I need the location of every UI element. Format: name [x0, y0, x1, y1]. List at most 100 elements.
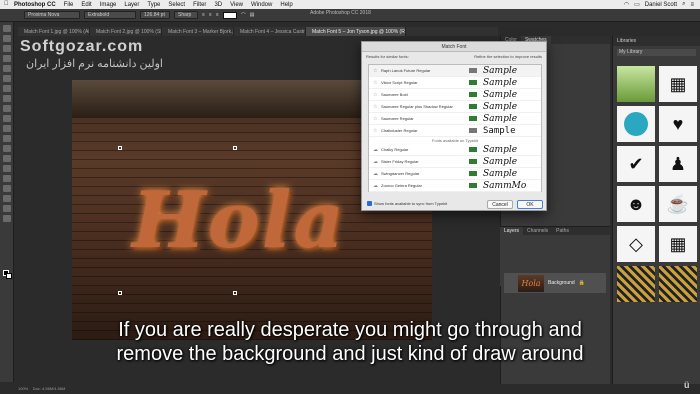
doc-tab-4[interactable]: Match Font 4 – Jessica Castro.jpg @ 100.… [234, 27, 306, 36]
blur-tool-icon[interactable] [3, 145, 11, 152]
pen-tool-icon[interactable] [3, 165, 11, 172]
zoom-tool-icon[interactable] [3, 215, 11, 222]
doc-tab-3[interactable]: Match Font 3 – Marker Bjork.jpg @ 100%..… [162, 27, 234, 36]
dodge-tool-icon[interactable] [3, 155, 11, 162]
cloud-icon[interactable]: ☁ [373, 159, 381, 165]
brush-tool-icon[interactable] [3, 95, 11, 102]
library-item[interactable]: ✔ [617, 146, 655, 182]
typekit-sync-checkbox[interactable]: Show fonts available to sync from Typeki… [367, 201, 447, 206]
tab-paths[interactable]: Paths [552, 227, 573, 235]
background-color-swatch[interactable] [6, 273, 12, 279]
cloud-icon[interactable]: ☁ [373, 183, 381, 189]
eraser-tool-icon[interactable] [3, 125, 11, 132]
star-icon[interactable]: ☆ [373, 92, 381, 98]
lasso-tool-icon[interactable] [3, 45, 11, 52]
library-item[interactable]: ☕ [659, 186, 697, 222]
font-row[interactable]: ☆ Raph Lanok Future Regular Sample [369, 65, 541, 77]
history-brush-tool-icon[interactable] [3, 115, 11, 122]
library-item[interactable] [617, 66, 655, 102]
tab-layers[interactable]: Layers [500, 227, 524, 235]
star-icon[interactable]: ☆ [373, 104, 381, 110]
zoom-level[interactable]: 100% [18, 386, 28, 391]
quick-select-tool-icon[interactable] [3, 55, 11, 62]
menu-list-icon[interactable]: ≡ [690, 2, 694, 8]
font-row[interactable]: ☆ Saumarre Regular plus Shadow Regular S… [369, 101, 541, 113]
checkbox-checked-icon[interactable] [367, 201, 372, 206]
search-icon[interactable]: ⌕ [682, 1, 685, 8]
library-item[interactable]: ♟ [659, 146, 697, 182]
font-row[interactable]: ☆ Chalkduster Regular Sample [369, 125, 541, 137]
menu-edit[interactable]: Edit [81, 2, 91, 8]
user-name[interactable]: Daniel Scott [645, 2, 677, 8]
star-icon[interactable]: ☆ [373, 128, 381, 134]
tab-channels[interactable]: Channels [523, 227, 552, 235]
doc-tab-5[interactable]: Match Font 5 – Jon Tyson.jpg @ 100% (RGB… [306, 27, 406, 36]
antialias-select[interactable]: Sharp [174, 11, 198, 19]
battery-icon[interactable]: ▭ [634, 1, 640, 8]
library-item[interactable]: ▦ [659, 66, 697, 102]
selection-handle[interactable] [233, 291, 237, 295]
selection-handle[interactable] [118, 146, 122, 150]
library-item[interactable] [617, 106, 655, 142]
cancel-button[interactable]: Cancel [487, 200, 513, 209]
menu-file[interactable]: File [64, 2, 74, 8]
move-tool-icon[interactable] [3, 25, 11, 32]
apple-icon[interactable]:  [4, 1, 9, 7]
menu-window[interactable]: Window [251, 2, 272, 8]
menu-select[interactable]: Select [168, 2, 185, 8]
font-row[interactable]: ☁ Chalky Regular Sample [369, 144, 541, 156]
star-icon[interactable]: ☆ [373, 80, 381, 86]
menu-filter[interactable]: Filter [193, 2, 206, 8]
type-tool-icon[interactable] [3, 175, 11, 182]
font-row[interactable]: ☆ Saumarre Bold Sample [369, 89, 541, 101]
font-row[interactable]: ☁ Sister Friday Regular Sample [369, 156, 541, 168]
menu-image[interactable]: Image [100, 2, 117, 8]
align-center-icon[interactable]: ≡ [209, 12, 212, 18]
warp-text-icon[interactable]: ⌒ [241, 12, 246, 19]
align-left-icon[interactable]: ≡ [202, 12, 205, 18]
eyedropper-tool-icon[interactable] [3, 75, 11, 82]
menu-3d[interactable]: 3D [214, 2, 222, 8]
menu-layer[interactable]: Layer [124, 2, 139, 8]
layer-row-background[interactable]: Hola Background 🔒 [504, 273, 606, 293]
selection-handle[interactable] [233, 146, 237, 150]
ok-button[interactable]: OK [517, 200, 543, 209]
font-row[interactable]: ☆ Viktor Script Regular Sample [369, 77, 541, 89]
library-item[interactable]: ◇ [617, 226, 655, 262]
library-pattern[interactable] [659, 266, 697, 302]
app-menu[interactable]: Photoshop CC [14, 2, 56, 8]
library-item[interactable]: ▦ [659, 226, 697, 262]
align-right-icon[interactable]: ≡ [216, 12, 219, 18]
marquee-tool-icon[interactable] [3, 35, 11, 42]
font-style-select[interactable]: Extrabold [84, 11, 136, 19]
shape-tool-icon[interactable] [3, 195, 11, 202]
library-item[interactable]: ♥ [659, 106, 697, 142]
menu-view[interactable]: View [230, 2, 243, 8]
path-select-tool-icon[interactable] [3, 185, 11, 192]
hand-tool-icon[interactable] [3, 205, 11, 212]
healing-brush-tool-icon[interactable] [3, 85, 11, 92]
cloud-icon[interactable]: ☁ [373, 171, 381, 177]
library-item[interactable]: ☻ [617, 186, 655, 222]
character-panel-icon[interactable]: ▤ [250, 12, 255, 18]
star-icon[interactable]: ☆ [373, 68, 381, 74]
menu-help[interactable]: Help [280, 2, 292, 8]
doc-tab-1[interactable]: Match Font 1.jpg @ 100% (ADAMSM... [18, 27, 90, 36]
font-row[interactable]: ☁ Zooroo Gelera Regular SammMo [369, 180, 541, 192]
doc-tab-2[interactable]: Match Font 2.jpg @ 100% (SMART, R... [90, 27, 162, 36]
cloud-icon[interactable]: ☁ [373, 147, 381, 153]
gradient-tool-icon[interactable] [3, 135, 11, 142]
wifi-icon[interactable]: ◠ [624, 1, 629, 8]
text-color-swatch[interactable] [222, 11, 237, 19]
selection-handle[interactable] [118, 291, 122, 295]
star-icon[interactable]: ☆ [373, 116, 381, 122]
font-row[interactable]: ☁ Swingdancer Regular Sample [369, 168, 541, 180]
font-size-select[interactable]: 126.84 pt [140, 11, 170, 19]
font-family-select[interactable]: Proxima Nova [24, 11, 80, 19]
library-pattern[interactable] [617, 266, 655, 302]
font-row[interactable]: ☆ Saumarre Regular Sample [369, 113, 541, 125]
menu-type[interactable]: Type [147, 2, 160, 8]
library-selector[interactable]: My Library [617, 49, 696, 56]
clone-stamp-tool-icon[interactable] [3, 105, 11, 112]
crop-tool-icon[interactable] [3, 65, 11, 72]
